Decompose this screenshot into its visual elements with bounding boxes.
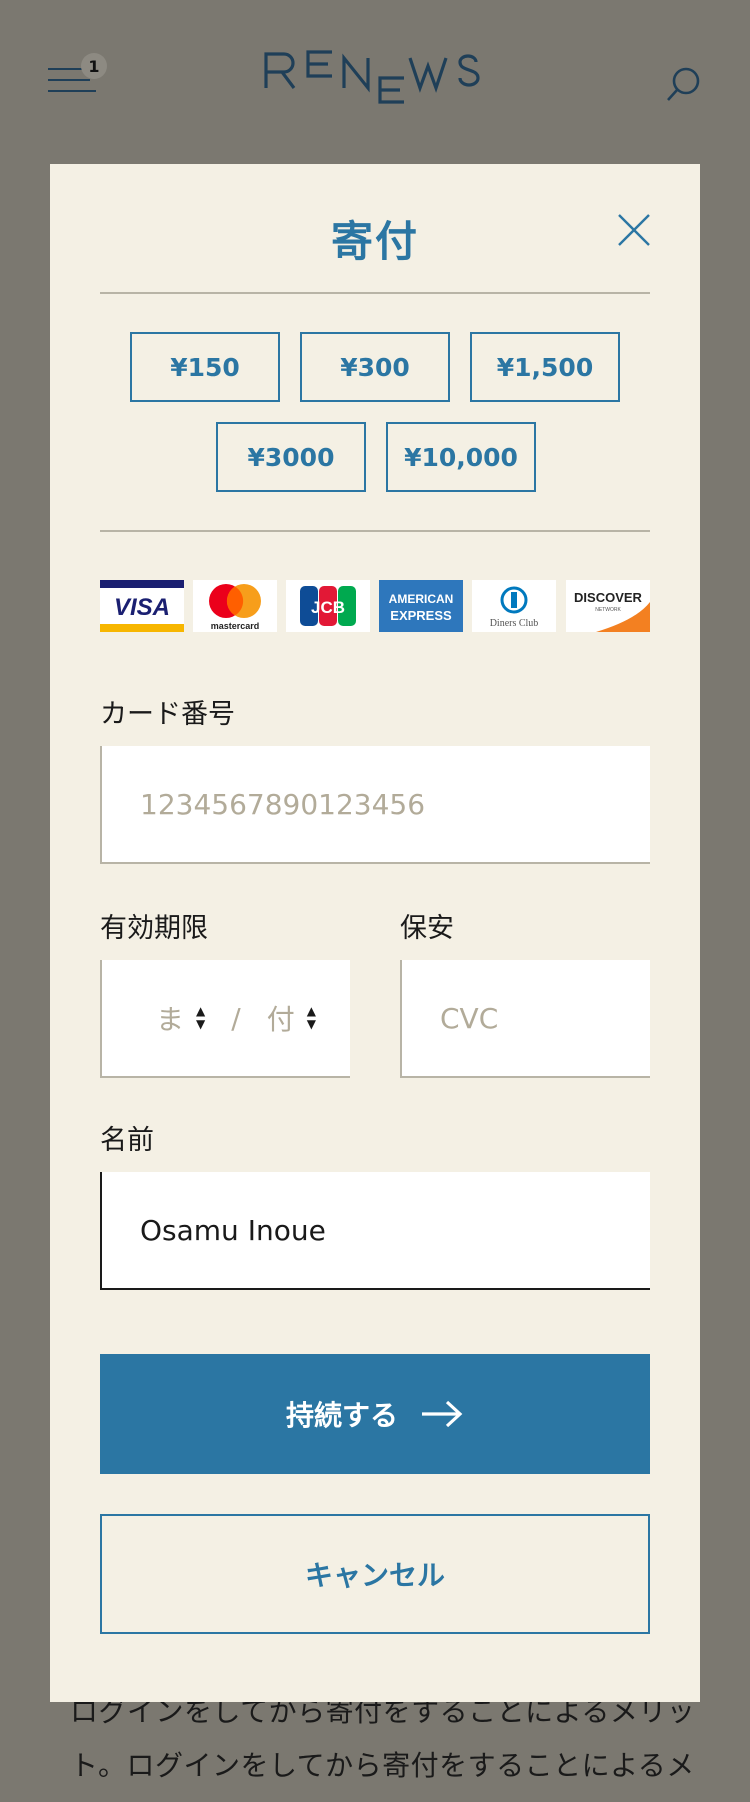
expiry-separator: / <box>231 1001 241 1035</box>
svg-text:JCB: JCB <box>311 598 345 617</box>
continue-button[interactable]: 持続する <box>100 1354 650 1474</box>
svg-text:AMERICAN: AMERICAN <box>389 592 454 606</box>
cancel-button[interactable]: キャンセル <box>100 1514 650 1634</box>
stepper-arrows-icon: ▲ ▼ <box>306 1004 316 1031</box>
cvc-placeholder: CVC <box>440 1001 499 1035</box>
site-header: 1 <box>0 0 750 164</box>
expiry-month-select[interactable]: ま ▲ ▼ <box>156 998 205 1038</box>
name-label: 名前 <box>100 1125 154 1156</box>
svg-text:VISA: VISA <box>114 594 170 621</box>
close-button[interactable] <box>616 212 652 248</box>
name-input[interactable]: Osamu Inoue <box>100 1172 650 1290</box>
amount-button-150[interactable]: ¥150 <box>130 332 280 402</box>
svg-text:NETWORK: NETWORK <box>595 607 621 613</box>
card-number-placeholder: 1234567890123456 <box>140 787 426 821</box>
svg-text:DISCOVER: DISCOVER <box>574 590 643 605</box>
continue-label: 持続する <box>285 1399 398 1432</box>
arrow-right-icon <box>422 1400 463 1428</box>
menu-icon <box>48 68 82 70</box>
jcb-icon: JCB <box>286 580 370 632</box>
article-text-line: ト。ログインをしてから寄付をすることによるメ <box>70 1749 695 1782</box>
search-icon <box>667 67 700 101</box>
menu-button[interactable]: 1 <box>48 53 107 96</box>
notification-badge: 1 <box>81 53 107 79</box>
renews-logo[interactable] <box>262 48 484 114</box>
divider <box>100 530 650 532</box>
amount-button-10000[interactable]: ¥10,000 <box>386 422 536 492</box>
cancel-label: キャンセル <box>304 1559 445 1592</box>
expiry-label: 有効期限 <box>100 913 208 944</box>
search-button[interactable] <box>664 64 704 104</box>
mastercard-icon: mastercard <box>193 580 277 632</box>
expiry-year-select[interactable]: 付 ▲ ▼ <box>267 998 316 1038</box>
svg-text:Diners Club: Diners Club <box>490 618 539 629</box>
card-number-input[interactable]: 1234567890123456 <box>100 746 650 864</box>
cvc-label: 保安 <box>400 913 454 944</box>
amount-button-1500[interactable]: ¥1,500 <box>470 332 620 402</box>
cvc-input[interactable]: CVC <box>400 960 650 1078</box>
modal-title: 寄付 <box>330 217 419 266</box>
svg-text:EXPRESS: EXPRESS <box>390 608 452 623</box>
amount-button-300[interactable]: ¥300 <box>300 332 450 402</box>
stepper-arrows-icon: ▲ ▼ <box>196 1004 206 1031</box>
expiry-input[interactable]: ま ▲ ▼ / 付 ▲ ▼ <box>100 960 350 1078</box>
donation-modal: 寄付 ¥150 ¥300 ¥1,500 ¥3000 ¥10,000 VISA m… <box>50 164 700 1702</box>
card-number-label: カード番号 <box>100 699 235 730</box>
discover-icon: DISCOVER NETWORK <box>566 580 650 632</box>
name-value: Osamu Inoue <box>140 1213 326 1247</box>
visa-icon: VISA <box>100 580 184 632</box>
close-icon <box>618 214 650 246</box>
diners-club-icon: Diners Club <box>472 580 556 632</box>
divider <box>100 292 650 294</box>
card-brands: VISA mastercard JCB AMERICAN EXPRESS Din… <box>100 580 650 632</box>
amount-button-3000[interactable]: ¥3000 <box>216 422 366 492</box>
svg-text:mastercard: mastercard <box>211 621 260 631</box>
amex-icon: AMERICAN EXPRESS <box>379 580 463 632</box>
